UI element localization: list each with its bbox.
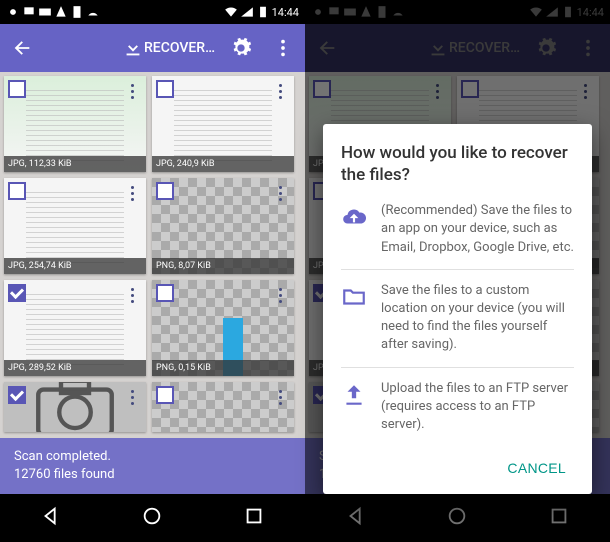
status-line2: 12760 files found [14, 466, 291, 484]
file-tile[interactable]: PNG, 0,15 KiB [152, 280, 294, 376]
file-tile[interactable]: JPG, 289,52 KiB [4, 280, 146, 376]
download-icon [122, 37, 144, 59]
upload-icon [341, 380, 367, 435]
settings-button[interactable] [225, 28, 257, 68]
tile-menu[interactable] [124, 182, 140, 204]
signal-icon [240, 5, 254, 19]
recover-button[interactable]: RECOVER… [122, 37, 215, 59]
option-text: Save the files to a custom location on y… [381, 282, 574, 355]
recover-option[interactable]: (Recommended) Save the files to an app o… [341, 198, 574, 269]
more-vert-icon [272, 37, 294, 59]
cloud-upload-icon [341, 202, 367, 257]
tile-menu[interactable] [124, 386, 140, 408]
tile-checkbox[interactable] [156, 182, 174, 200]
tile-menu[interactable] [272, 386, 288, 408]
dialog-title: How would you like to recover the files? [341, 142, 574, 186]
android-navbar [0, 494, 305, 542]
tile-menu[interactable] [272, 182, 288, 204]
option-text: (Recommended) Save the files to an app o… [381, 202, 574, 257]
cancel-button[interactable]: CANCEL [499, 454, 574, 482]
file-tile[interactable] [4, 382, 146, 432]
app-toolbar: RECOVER… [0, 24, 305, 72]
tile-checkbox[interactable] [8, 386, 26, 404]
file-tile[interactable]: PNG, 8,07 KiB [152, 178, 294, 274]
nav-home[interactable] [141, 505, 163, 531]
nav-back[interactable] [40, 505, 62, 531]
folder-icon [341, 282, 367, 355]
tile-checkbox[interactable] [156, 284, 174, 302]
tile-checkbox[interactable] [8, 80, 26, 98]
clock: 14:44 [272, 6, 299, 19]
tile-label: PNG, 0,15 KiB [152, 360, 294, 376]
status-icons-left [6, 5, 116, 19]
scan-status: Scan completed. 12760 files found [0, 438, 305, 494]
status-icons-right: 14:44 [224, 5, 299, 19]
status-bar: 14:44 [0, 0, 305, 24]
battery-icon [256, 5, 270, 19]
recover-option[interactable]: Upload the files to an FTP server (requi… [341, 367, 574, 447]
status-line1: Scan completed. [14, 448, 291, 466]
tile-menu[interactable] [124, 80, 140, 102]
tile-label: JPG, 289,52 KiB [4, 360, 146, 376]
tile-label: JPG, 254,74 KiB [4, 258, 146, 274]
file-tile[interactable]: JPG, 112,33 KiB [4, 76, 146, 172]
recover-label: RECOVER… [144, 40, 215, 56]
tile-checkbox[interactable] [8, 182, 26, 200]
nav-recent[interactable] [243, 505, 265, 531]
tile-checkbox[interactable] [156, 386, 174, 404]
tile-menu[interactable] [272, 80, 288, 102]
recover-dialog: How would you like to recover the files?… [323, 124, 592, 494]
overflow-button[interactable] [267, 28, 299, 68]
tile-label: JPG, 240,9 KiB [152, 156, 294, 172]
tile-checkbox[interactable] [156, 80, 174, 98]
screen-left: 14:44 RECOVER… JPG, 112,33 KiB JPG, 240,9… [0, 0, 305, 542]
screen-right: 14:44 RECOVER… JPG, 112,33 KiBJPG, 240,9… [305, 0, 610, 542]
tile-label: JPG, 112,33 KiB [4, 156, 146, 172]
tile-menu[interactable] [124, 284, 140, 306]
option-text: Upload the files to an FTP server (requi… [381, 380, 574, 435]
tile-checkbox[interactable] [8, 284, 26, 302]
tile-menu[interactable] [272, 284, 288, 306]
tile-label: PNG, 8,07 KiB [152, 258, 294, 274]
wifi-icon [224, 5, 238, 19]
recover-option[interactable]: Save the files to a custom location on y… [341, 269, 574, 367]
file-tile[interactable]: JPG, 240,9 KiB [152, 76, 294, 172]
gear-icon [230, 37, 252, 59]
file-tile[interactable]: JPG, 254,74 KiB [4, 178, 146, 274]
back-button[interactable] [6, 28, 38, 68]
file-tile[interactable] [152, 382, 294, 432]
